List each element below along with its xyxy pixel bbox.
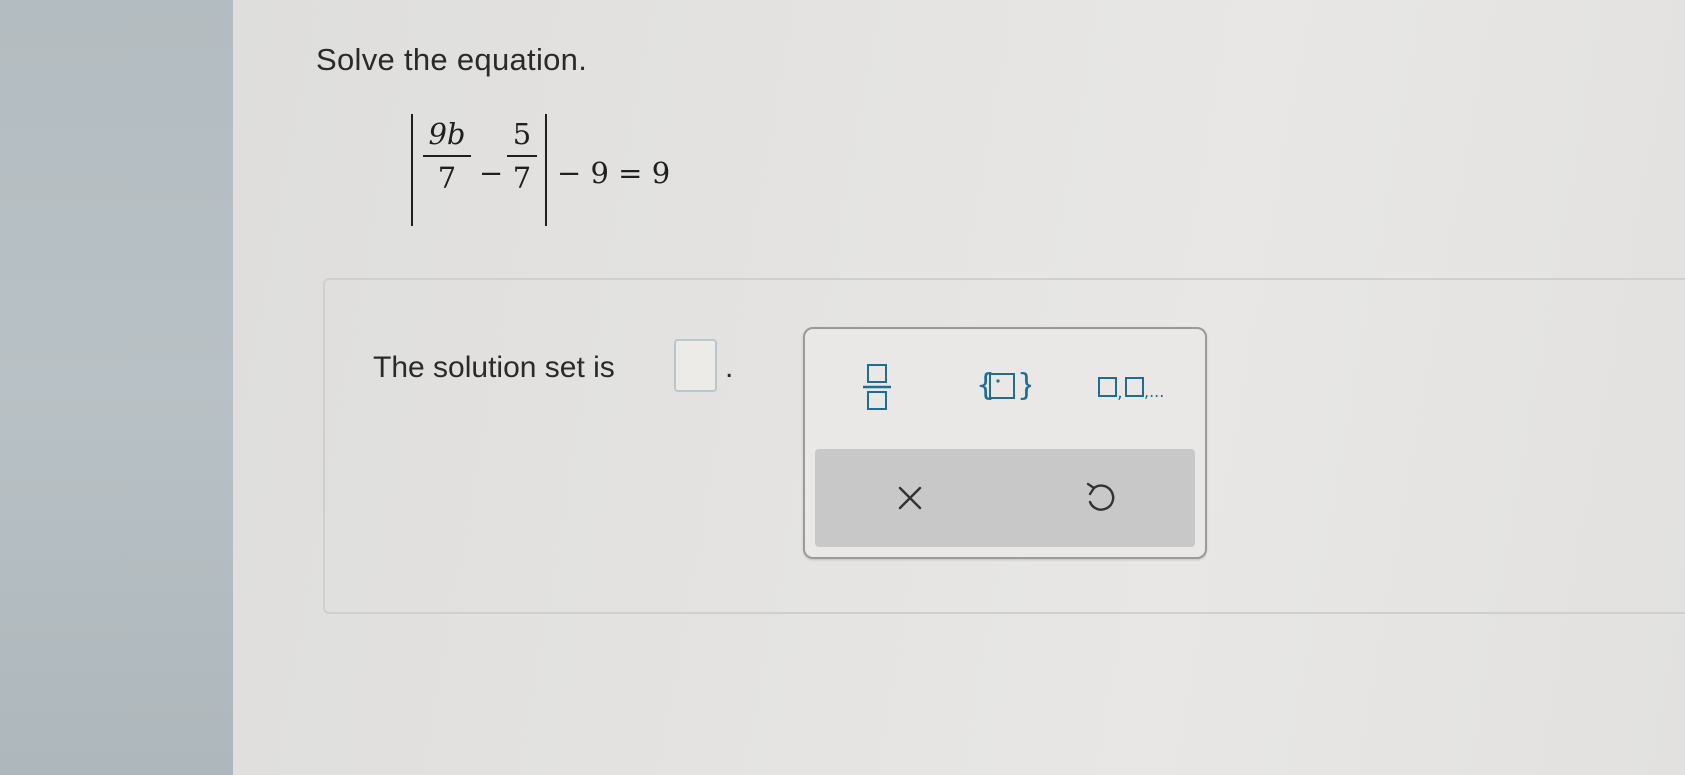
device-bezel xyxy=(0,0,233,775)
undo-icon xyxy=(1086,482,1115,511)
fraction-numerator: 9b xyxy=(428,117,466,151)
minus-operator: − xyxy=(479,156,504,190)
fraction-bar xyxy=(507,155,537,157)
math-palette: { } , ,... xyxy=(803,327,1207,559)
fraction-button[interactable] xyxy=(857,361,897,413)
list-icon: , ,... xyxy=(1098,377,1164,403)
palette-action-bar xyxy=(815,449,1195,547)
solution-set-input[interactable] xyxy=(674,339,717,392)
close-icon xyxy=(898,486,922,510)
absolute-value-right-bar xyxy=(545,114,547,226)
fraction-icon xyxy=(863,364,891,410)
solution-set-label: The solution set is xyxy=(373,351,615,384)
question-prompt: Solve the equation. xyxy=(316,42,588,77)
list-button[interactable]: , ,... xyxy=(1097,361,1179,413)
set-braces-button[interactable]: { } xyxy=(975,361,1036,413)
svg-text:,: , xyxy=(1117,382,1123,403)
equation-tail: − 9 = 9 xyxy=(557,156,671,190)
sentence-period: . xyxy=(725,351,734,384)
fraction-bar xyxy=(423,155,471,157)
svg-text:,...: ,... xyxy=(1144,382,1164,401)
fraction-9b-over-7: 9b 7 xyxy=(423,116,471,196)
question-screen: Solve the equation. 9b 7 − 5 7 − 9 = 9 T… xyxy=(233,0,1685,775)
clear-button[interactable] xyxy=(815,449,1005,547)
absolute-value-left-bar xyxy=(411,114,413,226)
equation: 9b 7 − 5 7 − 9 = 9 xyxy=(411,108,731,232)
set-braces-icon: { } xyxy=(976,368,1036,403)
undo-button[interactable] xyxy=(1005,449,1195,547)
fraction-denominator: 7 xyxy=(512,161,532,195)
svg-text:}: } xyxy=(1017,368,1031,403)
fraction-5-over-7: 5 7 xyxy=(507,116,537,196)
fraction-denominator: 7 xyxy=(437,161,457,195)
fraction-numerator: 5 xyxy=(512,117,532,151)
